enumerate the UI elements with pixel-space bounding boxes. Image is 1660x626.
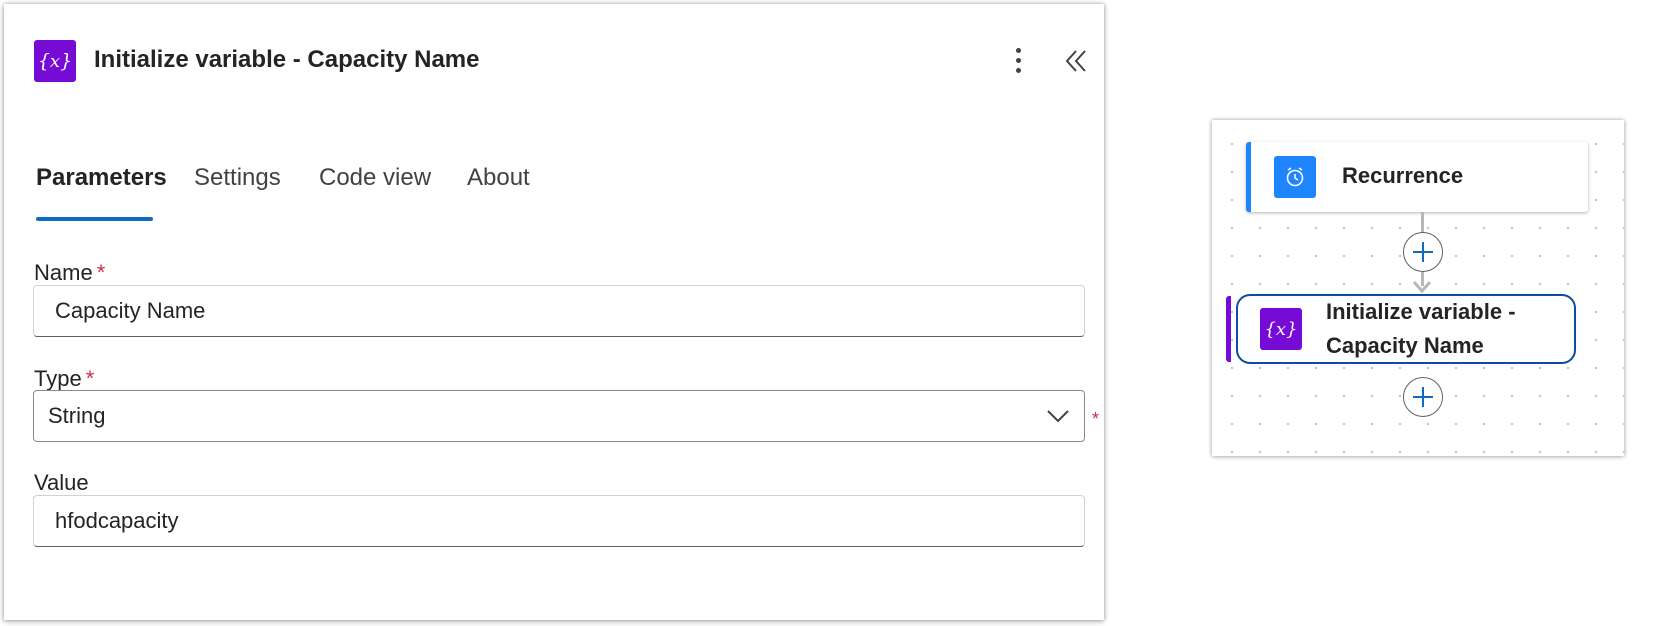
tab-code-view[interactable]: Code view [319,164,431,192]
active-tab-indicator [36,217,153,221]
type-dropdown[interactable]: String [33,390,1085,442]
plus-icon [1413,387,1433,407]
double-chevron-left-icon [1065,50,1086,72]
flow-node-initialize-variable[interactable]: {x} Initialize variable - Capacity Name [1226,294,1576,364]
alarm-clock-icon [1274,156,1316,198]
insert-step-button[interactable] [1403,232,1443,272]
tab-parameters[interactable]: Parameters [36,164,167,192]
node-label: Initialize variable - Capacity Name [1326,299,1516,358]
value-field-label: Value [34,470,89,495]
name-input[interactable]: Capacity Name [33,285,1085,337]
node-accent-stripe [1246,142,1251,212]
node-label: Recurrence [1342,163,1464,188]
tab-about[interactable]: About [467,164,530,192]
flow-node-recurrence[interactable]: Recurrence [1246,142,1588,212]
chevron-down-icon [1047,410,1069,423]
variable-icon: {x} [34,40,76,82]
more-options-icon [1015,47,1021,53]
collapse-panel-button[interactable] [1064,46,1088,76]
more-options-button[interactable] [1008,42,1028,78]
required-asterisk: * [85,366,95,391]
type-field-label: Type * [34,366,95,391]
add-step-button[interactable] [1403,377,1443,417]
tab-list: Parameters Settings Code view About [36,164,1036,224]
variable-icon: {x} [1260,308,1302,350]
arrow-down-icon [1412,281,1432,294]
required-asterisk: * [96,260,106,285]
node-accent-stripe [1226,296,1231,362]
panel-header: {x} Initialize variable - Capacity Name [34,40,1086,82]
type-required-marker: * [1092,409,1100,429]
panel-title: Initialize variable - Capacity Name [94,46,480,73]
name-field-label: Name * [34,260,106,285]
tab-settings[interactable]: Settings [194,164,281,192]
action-properties-panel: {x} Initialize variable - Capacity Name … [4,4,1104,620]
value-input[interactable]: hfodcapacity [33,495,1085,547]
plus-icon [1413,242,1433,262]
